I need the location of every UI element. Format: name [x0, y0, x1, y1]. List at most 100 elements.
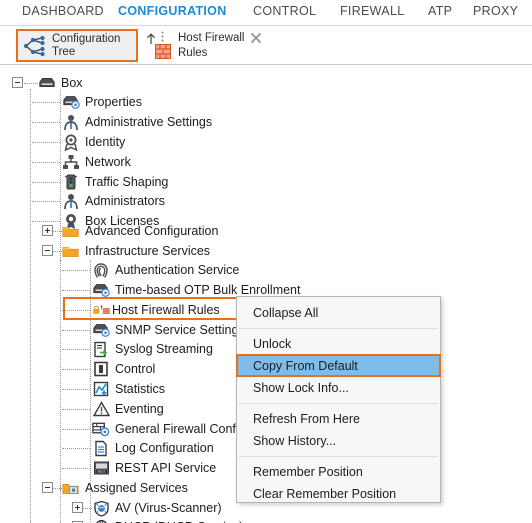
tree-node-authentication-service[interactable]: Authentication Service: [92, 260, 239, 280]
tree-node-eventing[interactable]: Eventing: [92, 399, 164, 419]
syslog-icon: [92, 340, 110, 358]
folder-icon: [62, 222, 80, 240]
tree-node-snmp-service-settings[interactable]: SNMP Service Settings: [92, 320, 245, 340]
tree-node-log-configuration[interactable]: Log Configuration: [92, 438, 214, 458]
tree-node-label: Properties: [85, 95, 142, 109]
tree-guide-line: [62, 409, 90, 410]
tree-node-traffic-shaping[interactable]: Traffic Shaping: [62, 172, 168, 192]
tree-guide-line: [60, 485, 61, 523]
nav-tab-dashboard[interactable]: DASHBOARD: [22, 4, 104, 18]
warning-triangle-icon: [92, 400, 110, 418]
statistics-icon: [92, 380, 110, 398]
tree-expander-assigned-services[interactable]: [42, 482, 53, 493]
tree-node-label: Authentication Service: [115, 263, 240, 277]
firewall-rules-icon: [154, 43, 172, 64]
tree-guide-line: [30, 89, 31, 523]
configuration-tree-button[interactable]: Configuration Tree: [16, 29, 138, 62]
tree-guide-line: [32, 201, 60, 202]
context-menu-item-label: Show History...: [253, 434, 337, 448]
context-menu-item-refresh-from-here[interactable]: Refresh From Here: [237, 408, 440, 430]
tree-guide-line: [62, 270, 90, 271]
context-menu-item-remember-position[interactable]: Remember Position: [237, 461, 440, 483]
tree-node-av-virus-scanner[interactable]: AV (Virus-Scanner): [92, 498, 222, 518]
context-menu[interactable]: Collapse All Unlock Copy From Default Sh…: [236, 296, 441, 503]
tree-node-infrastructure-services[interactable]: Infrastructure Services: [62, 241, 210, 261]
tree-expander-box[interactable]: [12, 77, 23, 88]
context-menu-item-show-history[interactable]: Show History...: [237, 430, 440, 452]
nav-tab-proxy[interactable]: PROXY: [473, 4, 518, 18]
context-menu-item-label: Show Lock Info...: [253, 381, 349, 395]
network-icon: [62, 153, 80, 171]
tree-guide-line: [32, 182, 60, 183]
nav-tab-firewall[interactable]: FIREWALL: [340, 4, 404, 18]
tree-node-properties[interactable]: Properties: [62, 92, 142, 112]
tree-guide-line: [53, 488, 62, 489]
lock-firewall-icon: [92, 301, 110, 319]
open-tab-host-firewall-rules[interactable]: Host Firewall Rules: [144, 29, 262, 62]
tree-node-control[interactable]: Control: [92, 359, 155, 379]
configuration-tree-icon: [18, 35, 52, 57]
assigned-services-folder-icon: [62, 479, 80, 497]
tree-expander-advanced-configuration[interactable]: [42, 225, 53, 236]
tree-node-label: Network: [85, 155, 131, 169]
open-tab-label-line1: Host Firewall: [178, 32, 245, 44]
tree-guide-line: [32, 221, 60, 222]
tree-guide-line: [90, 260, 91, 485]
tree-node-label: Advanced Configuration: [85, 224, 219, 238]
tree-node-network[interactable]: Network: [62, 152, 131, 172]
context-menu-item-label: Copy From Default: [253, 359, 358, 373]
context-menu-item-clear-remember-position[interactable]: Clear Remember Position: [237, 483, 440, 505]
tree-node-rest-api-service[interactable]: REST REST API Service: [92, 458, 216, 478]
context-menu-separator: [239, 328, 438, 329]
tree-guide-line: [62, 389, 90, 390]
tree-guide-line: [60, 89, 61, 284]
tree-node-advanced-configuration[interactable]: Advanced Configuration: [62, 221, 218, 241]
tree-guide-line: [62, 429, 90, 430]
tree-node-label: SNMP Service Settings: [115, 323, 245, 337]
tree-node-label: Control: [115, 362, 156, 376]
tree-expander-infrastructure-services[interactable]: [42, 245, 53, 256]
nav-tab-configuration[interactable]: CONFIGURATION: [118, 4, 227, 18]
tree-node-assigned-services[interactable]: Assigned Services: [62, 478, 188, 498]
tree-guide-line: [32, 122, 60, 123]
properties-icon: [62, 93, 80, 111]
snmp-icon: [92, 321, 110, 339]
context-menu-item-collapse-all[interactable]: Collapse All: [237, 302, 440, 324]
tree-node-administrative-settings[interactable]: Administrative Settings: [62, 112, 212, 132]
tree-node-box[interactable]: Box: [38, 73, 83, 93]
nav-tab-control[interactable]: CONTROL: [253, 4, 316, 18]
configuration-tree-label-line1: Configuration: [52, 33, 121, 45]
tree-node-syslog-streaming[interactable]: Syslog Streaming: [92, 339, 213, 359]
tree-node-label: AV (Virus-Scanner): [115, 501, 222, 515]
configuration-tree-label-line2: Tree: [52, 45, 76, 58]
tree-guide-line: [62, 468, 90, 469]
tree-node-label: Statistics: [115, 382, 166, 396]
user-settings-icon: [62, 113, 80, 131]
tree-node-dhcp-service[interactable]: DHCP DHCP (DHCP-Service): [92, 517, 243, 523]
main-navigation-bar: DASHBOARD CONFIGURATION CONTROL FIREWALL…: [0, 0, 532, 26]
tree-node-label: Assigned Services: [85, 481, 188, 495]
tree-node-label: Log Configuration: [115, 441, 214, 455]
user-settings-icon: [62, 192, 80, 210]
context-menu-item-label: Collapse All: [253, 306, 319, 320]
context-menu-item-show-lock-info[interactable]: Show Lock Info...: [237, 377, 440, 399]
document-icon: [92, 439, 110, 457]
tree-node-label: Eventing: [115, 402, 164, 416]
context-menu-separator: [239, 403, 438, 404]
context-menu-item-unlock[interactable]: Unlock: [237, 333, 440, 355]
context-menu-item-copy-from-default[interactable]: Copy From Default: [236, 354, 441, 377]
tree-node-statistics[interactable]: Statistics: [92, 379, 165, 399]
nav-tab-atp[interactable]: ATP: [428, 4, 452, 18]
tree-guide-line: [24, 83, 38, 84]
fingerprint-icon: [92, 261, 110, 279]
tree-node-administrators[interactable]: Administrators: [62, 191, 165, 211]
tree-node-label: Administrative Settings: [85, 115, 213, 129]
close-icon[interactable]: [250, 30, 262, 49]
application-window: DASHBOARD CONFIGURATION CONTROL FIREWALL…: [0, 0, 532, 523]
tree-node-host-firewall-rules[interactable]: Host Firewall Rules: [92, 300, 220, 320]
tree-expander-av[interactable]: [72, 502, 83, 513]
tree-node-identity[interactable]: Identity: [62, 132, 125, 152]
tree-node-label: REST API Service: [115, 461, 217, 475]
traffic-light-icon: [62, 173, 80, 191]
tree-node-label: Traffic Shaping: [85, 175, 169, 189]
